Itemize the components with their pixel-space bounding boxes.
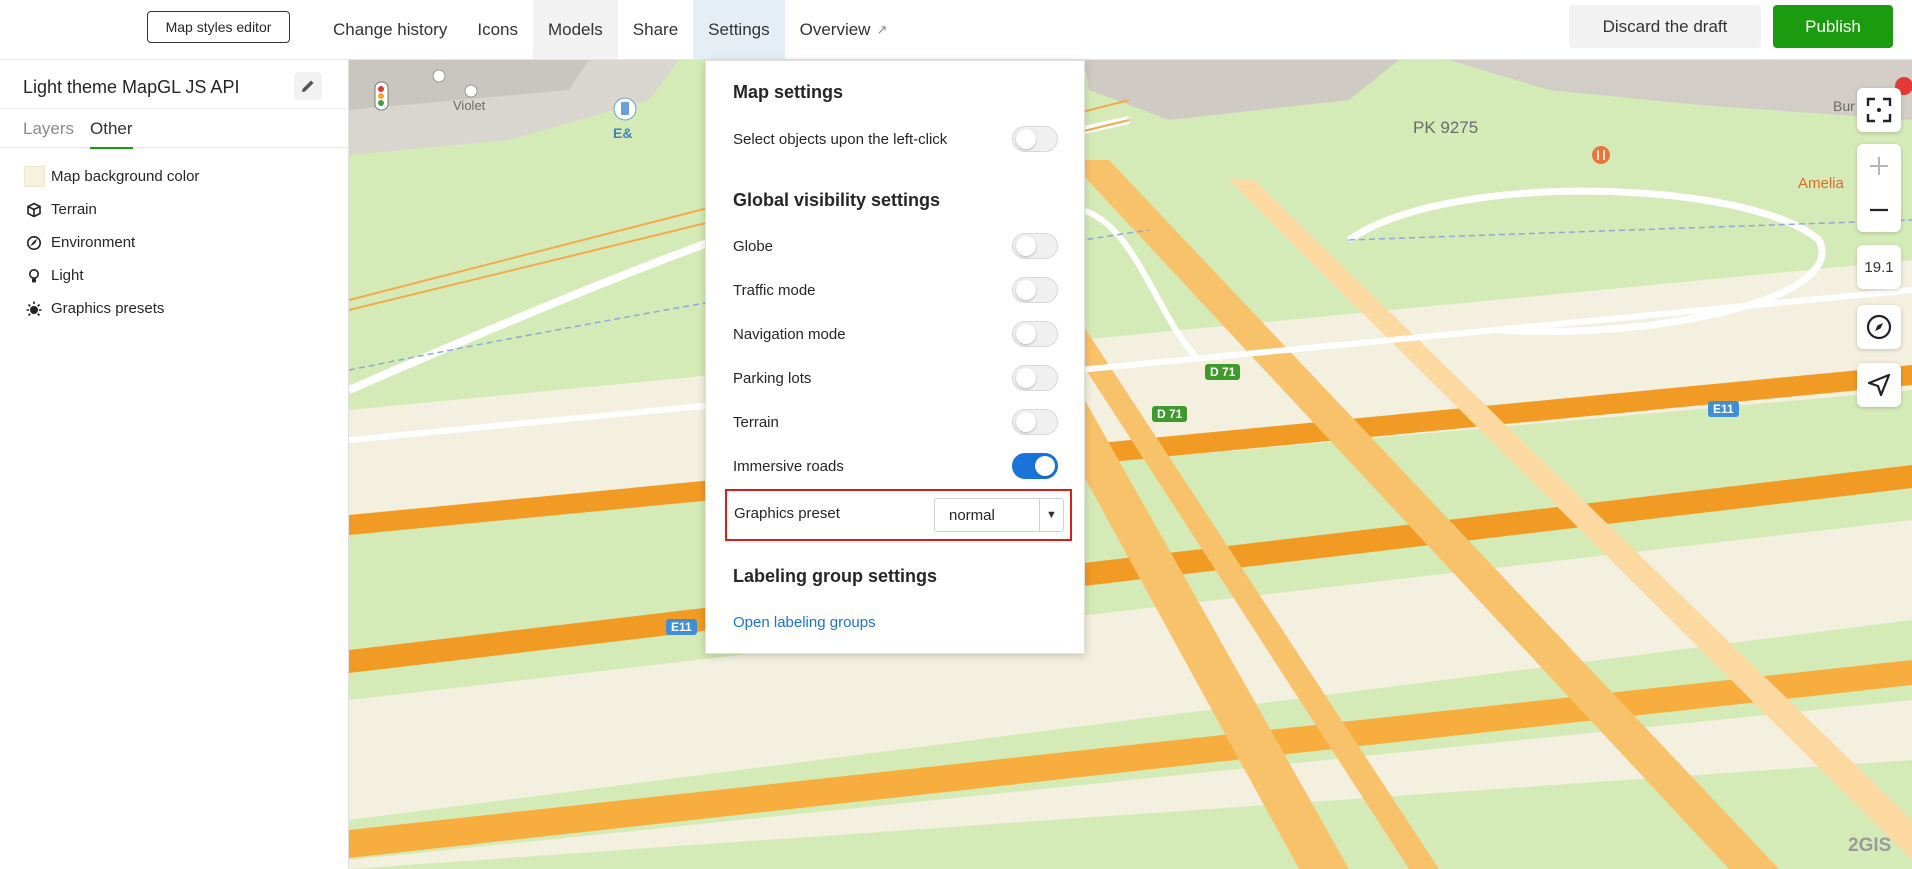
globe-label: Globe [733,237,774,255]
zoom-controls [1857,144,1901,232]
list-item-map-background-color[interactable]: Map background color [0,160,349,193]
terrain-label: Terrain [733,413,779,431]
list-item-label: Terrain [51,201,97,218]
list-item-environment[interactable]: Environment [0,226,349,259]
environment-icon [24,233,44,253]
navigation-arrow-icon [1867,373,1891,397]
traffic-mode-label: Traffic mode [733,281,816,299]
list-item-label: Map background color [51,168,200,185]
graphics-preset-select[interactable]: normal ▼ [934,498,1064,532]
tab-settings[interactable]: Settings [693,0,785,59]
globe-toggle[interactable] [1012,233,1058,259]
terrain-toggle[interactable] [1012,409,1058,435]
map-background [349,60,1912,869]
plus-icon [1870,157,1888,175]
external-link-icon: ↗ [876,21,888,37]
map-label-e-and: E& [613,125,633,141]
pencil-icon [302,80,314,92]
immersive-roads-toggle[interactable] [1012,453,1058,479]
list-item-label: Environment [51,234,136,251]
map-label-pk: PK 9275 [1413,118,1479,137]
tab-overview-label: Overview [799,19,871,39]
list-item-label: Light [51,267,84,284]
color-swatch [24,166,45,187]
compass-button[interactable] [1857,305,1901,349]
graphics-preset-label: Graphics preset [734,505,840,522]
tab-layers[interactable]: Layers [23,119,74,139]
sun-icon [24,299,44,319]
traffic-mode-toggle[interactable] [1012,277,1058,303]
publish-button[interactable]: Publish [1773,5,1893,48]
immersive-roads-label: Immersive roads [733,457,844,475]
style-title: Light theme MapGL JS API [23,77,240,97]
minus-icon [1870,208,1888,212]
main-nav: Change history Icons Models Share Settin… [318,0,902,59]
select-objects-toggle[interactable] [1012,126,1058,152]
left-panel: Light theme MapGL JS API Layers Other Ma… [0,60,349,869]
open-labeling-groups-link[interactable]: Open labeling groups [733,614,876,631]
road-label-d71: D 71 [1152,406,1188,422]
compass-icon [1866,314,1892,340]
map-styles-editor-button[interactable]: Map styles editor [147,11,290,43]
zoom-level-value: 19.1 [1864,258,1894,276]
parking-lots-toggle[interactable] [1012,365,1058,391]
tab-other[interactable]: Other [90,119,133,149]
tab-change-history[interactable]: Change history [318,0,462,59]
geolocation-button[interactable] [1857,363,1901,407]
other-settings-list: Map background color Terrain Environment… [0,160,349,325]
bulb-icon [24,266,44,286]
cube-icon [24,200,44,220]
fullscreen-button[interactable] [1857,88,1901,132]
zoom-out-button[interactable] [1857,188,1901,232]
road-label-d71: D 71 [1205,364,1241,380]
discard-draft-button[interactable]: Discard the draft [1569,5,1761,48]
2gis-logo: 2GIS [1848,835,1892,856]
select-objects-row: Select objects upon the left-click [733,124,1058,154]
list-item-terrain[interactable]: Terrain [0,193,349,226]
graphics-preset-value: normal [949,506,995,524]
parking-lots-label: Parking lots [733,369,812,387]
traffic-mode-row: Traffic mode [733,275,1058,305]
global-visibility-heading: Global visibility settings [733,190,941,210]
globe-row: Globe [733,231,1058,261]
navigation-mode-label: Navigation mode [733,325,846,343]
map-label-bur: Bur [1833,98,1855,114]
top-bar: Map styles editor Change history Icons M… [0,0,1912,60]
list-item-light[interactable]: Light [0,259,349,292]
tab-share[interactable]: Share [618,0,693,59]
map-canvas[interactable]: Violet E& PK 9275 Amelia Bur D 71 D 71 E… [349,60,1912,869]
tab-models[interactable]: Models [532,0,618,59]
zoom-level-indicator: 19.1 [1857,245,1901,289]
zoom-in-button[interactable] [1857,144,1901,188]
edit-title-button[interactable] [294,72,322,100]
terrain-row: Terrain [733,407,1058,437]
graphics-preset-highlight: Graphics preset normal ▼ [725,489,1072,541]
map-label-amelia: Amelia [1798,175,1844,192]
tab-icons[interactable]: Icons [462,0,533,59]
list-item-label: Graphics presets [51,300,165,317]
dropdown-arrow-icon: ▼ [1039,499,1063,531]
fullscreen-icon [1866,97,1892,123]
road-label-e11: E11 [1708,401,1739,417]
select-objects-label: Select objects upon the left-click [733,130,948,148]
list-item-graphics-presets[interactable]: Graphics presets [0,292,349,325]
immersive-roads-row: Immersive roads [733,451,1058,481]
parking-lots-row: Parking lots [733,363,1058,393]
navigation-mode-row: Navigation mode [733,319,1058,349]
map-label-violet: Violet [453,98,486,113]
settings-dropdown: Map settings Select objects upon the lef… [705,60,1085,654]
map-settings-heading: Map settings [733,82,844,102]
tab-overview[interactable]: Overview ↗ [785,0,903,59]
road-label-e11: E11 [666,619,697,635]
navigation-mode-toggle[interactable] [1012,321,1058,347]
labeling-group-heading: Labeling group settings [733,566,938,586]
panel-tabs: Layers Other [0,108,349,149]
